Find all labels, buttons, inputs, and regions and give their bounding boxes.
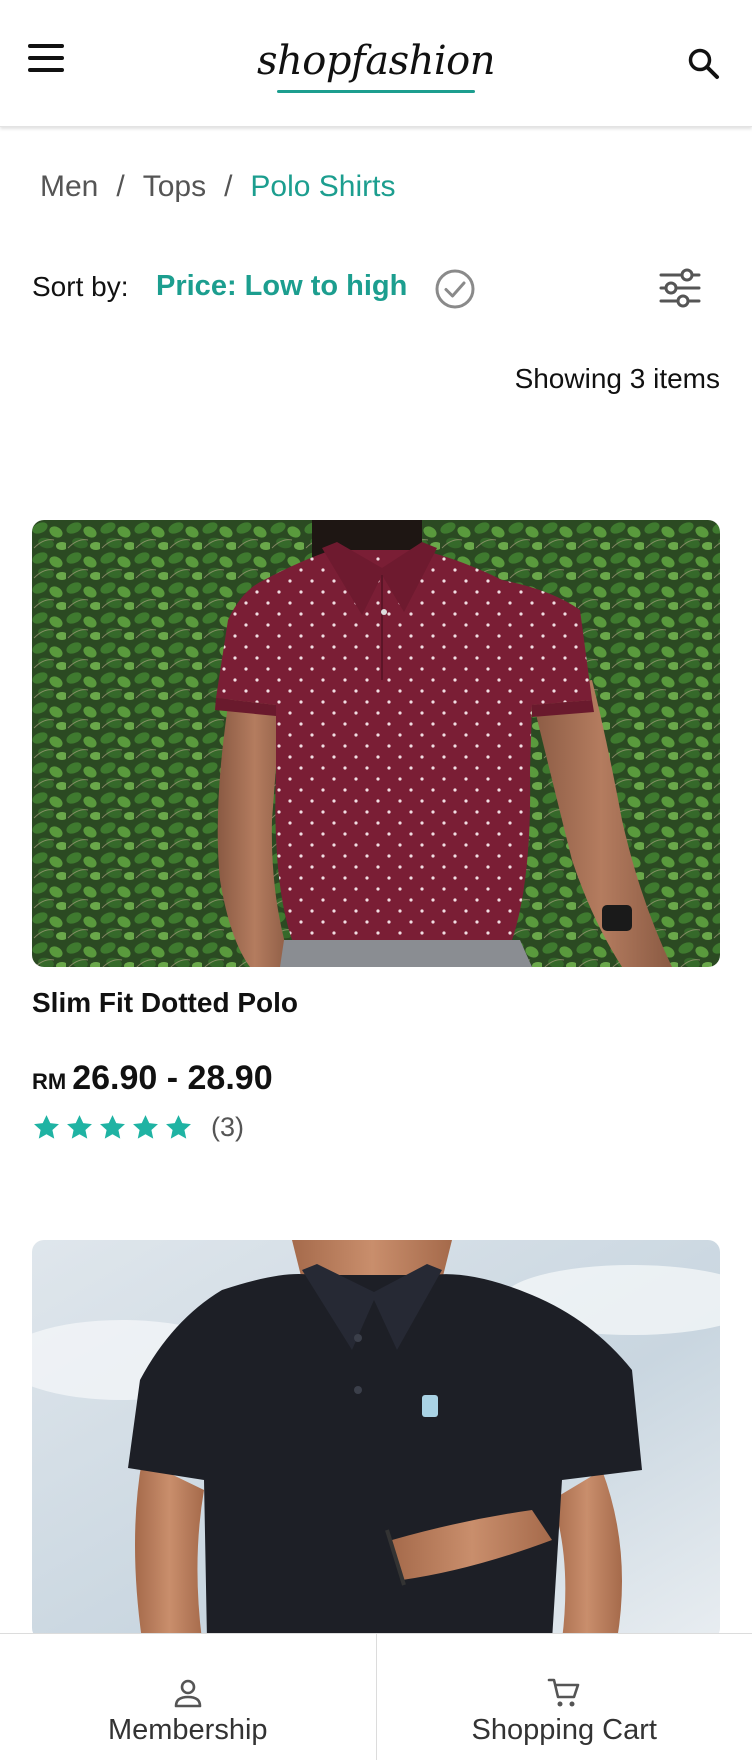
product-rating: (3) — [32, 1112, 720, 1143]
breadcrumb-separator: / — [116, 170, 125, 203]
price-currency: RM — [32, 1069, 67, 1094]
breadcrumb: Men / Tops / Polo Shirts — [40, 170, 396, 204]
sort-dropdown[interactable]: Price: Low to high — [156, 270, 407, 303]
search-icon[interactable] — [686, 46, 722, 82]
star-icon — [67, 1115, 92, 1139]
breadcrumb-men[interactable]: Men — [40, 170, 98, 203]
bottom-nav: Membership Shopping Cart — [0, 1633, 752, 1760]
person-icon — [174, 1679, 202, 1708]
breadcrumb-tops[interactable]: Tops — [143, 170, 206, 203]
sort-label: Sort by: — [32, 271, 129, 302]
product-photo-illustration — [32, 1240, 720, 1640]
breadcrumb-separator: / — [224, 170, 233, 203]
star-icon — [166, 1115, 191, 1139]
product-photo-illustration — [32, 520, 720, 967]
breadcrumb-polo-shirts: Polo Shirts — [250, 170, 396, 203]
star-icon — [34, 1115, 59, 1139]
star-icon — [133, 1115, 158, 1139]
product-name[interactable]: Slim Fit Dotted Polo — [32, 987, 720, 1019]
shop-logo[interactable]: shopfashion — [0, 38, 752, 84]
check-circle-icon — [435, 269, 475, 309]
product-price: RM 26.90 - 28.90 — [32, 1059, 720, 1098]
review-count: (3) — [211, 1112, 244, 1142]
nav-shopping-cart-label: Shopping Cart — [471, 1714, 657, 1746]
nav-membership[interactable]: Membership — [0, 1634, 376, 1760]
star-rating — [32, 1113, 193, 1142]
nav-shopping-cart[interactable]: Shopping Cart — [375, 1634, 752, 1760]
star-icon — [100, 1115, 125, 1139]
product-image[interactable] — [32, 520, 720, 967]
product-card[interactable] — [32, 1240, 720, 1640]
cart-icon — [547, 1678, 580, 1707]
logo-underline — [277, 90, 475, 93]
price-range: 26.90 - 28.90 — [72, 1059, 273, 1097]
product-card[interactable]: Slim Fit Dotted Polo RM 26.90 - 28.90 (3) — [32, 520, 720, 1143]
result-count: Showing 3 items — [514, 363, 720, 394]
nav-membership-label: Membership — [107, 1714, 268, 1746]
filter-sliders-icon[interactable] — [658, 266, 702, 310]
product-image[interactable] — [32, 1240, 720, 1640]
top-bar: shopfashion — [0, 0, 752, 127]
